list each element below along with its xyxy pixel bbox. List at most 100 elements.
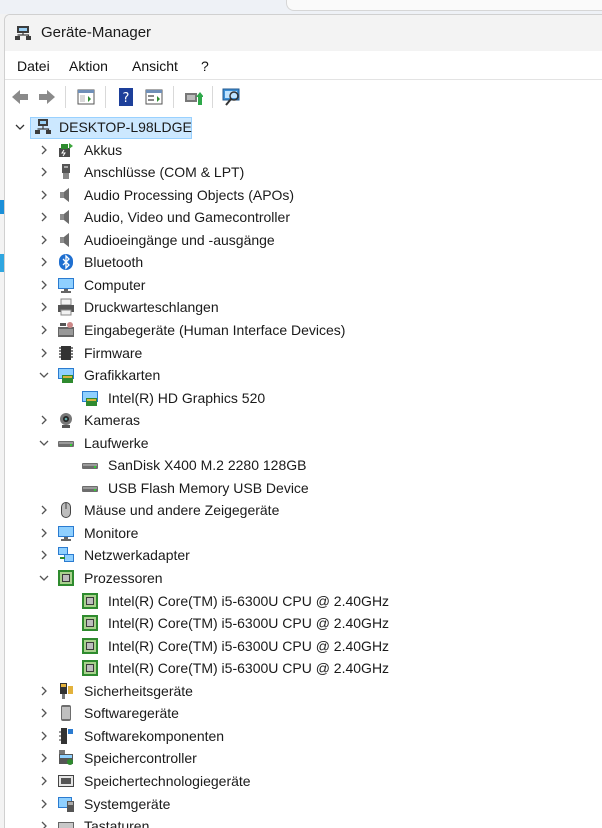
tree-child-label: Intel(R) Core(TM) i5-6300U CPU @ 2.40GHz (108, 660, 390, 677)
tree-child-item[interactable]: Intel(R) Core(TM) i5-6300U CPU @ 2.40GHz (5, 612, 602, 634)
tree-child-label: Intel(R) HD Graphics 520 (108, 389, 266, 406)
tree-item[interactable]: Audio, Video und Gamecontroller (5, 206, 602, 228)
chevron-right-icon[interactable] (39, 167, 49, 177)
chevron-right-icon[interactable] (39, 776, 49, 786)
port-icon (62, 164, 70, 180)
tree-item-label: Systemgeräte (84, 795, 171, 812)
software-device-icon (61, 705, 71, 722)
tree-item[interactable]: Anschlüsse (COM & LPT) (5, 161, 602, 183)
tree-item[interactable]: Laufwerke (5, 432, 602, 454)
forward-arrow-icon[interactable] (37, 87, 57, 107)
tree-item-label: Mäuse und andere Zeigegeräte (84, 502, 280, 519)
menu-ansicht[interactable]: Ansicht (132, 58, 178, 74)
tree-child-item[interactable]: Intel(R) Core(TM) i5-6300U CPU @ 2.40GHz (5, 657, 602, 679)
chevron-right-icon[interactable] (39, 686, 49, 696)
chevron-down-icon[interactable] (15, 122, 25, 132)
update-driver-icon[interactable] (183, 87, 203, 107)
tree-item[interactable]: Akkus (5, 139, 602, 161)
tree-child-item[interactable]: SanDisk X400 M.2 2280 128GB (5, 454, 602, 476)
chevron-right-icon[interactable] (39, 799, 49, 809)
tree-item[interactable]: Grafikkarten (5, 364, 602, 386)
chevron-down-icon[interactable] (39, 573, 49, 583)
camera-icon (60, 413, 72, 429)
tree-item-label: Prozessoren (84, 570, 163, 586)
menu-bar: Datei Aktion Ansicht ? (5, 53, 602, 79)
tree-child-item[interactable]: Intel(R) Core(TM) i5-6300U CPU @ 2.40GHz (5, 635, 602, 657)
chevron-down-icon[interactable] (39, 370, 49, 380)
drive-icon (58, 440, 74, 447)
tree-item[interactable]: Computer (5, 274, 602, 296)
tree-item[interactable]: Systemgeräte (5, 793, 602, 815)
scan-hardware-icon[interactable] (222, 87, 242, 107)
tree-child-item[interactable]: Intel(R) Core(TM) i5-6300U CPU @ 2.40GHz (5, 590, 602, 612)
software-component-icon (59, 727, 73, 744)
tree-item[interactable]: Audioeingänge und -ausgänge (5, 229, 602, 251)
menu-help[interactable]: ? (201, 58, 209, 74)
back-arrow-icon[interactable] (10, 87, 30, 107)
chevron-right-icon[interactable] (39, 753, 49, 763)
title-bar[interactable]: Geräte-Manager (5, 15, 602, 51)
tree-item[interactable]: Kameras (5, 409, 602, 431)
processor-icon (58, 570, 74, 586)
tree-item[interactable]: Softwaregeräte (5, 702, 602, 724)
chevron-right-icon[interactable] (39, 731, 49, 741)
tree-item-label: Eingabegeräte (Human Interface Devices) (84, 321, 346, 338)
tree-item[interactable]: Bluetooth (5, 251, 602, 273)
background-tab (286, 0, 602, 11)
tree-item[interactable]: Mäuse und andere Zeigegeräte (5, 499, 602, 521)
tree-item[interactable]: Audio Processing Objects (APOs) (5, 184, 602, 206)
chevron-right-icon[interactable] (39, 302, 49, 312)
toolbar: ? (5, 79, 602, 115)
chevron-right-icon[interactable] (39, 145, 49, 155)
chevron-right-icon[interactable] (39, 528, 49, 538)
tree-item-label: Akkus (84, 141, 123, 158)
tree-item-label: Computer (84, 276, 146, 293)
properties-icon[interactable] (144, 87, 164, 107)
tree-item[interactable]: Netzwerkadapter (5, 544, 602, 566)
chevron-right-icon[interactable] (39, 505, 49, 515)
tree-item-label: Sicherheitsgeräte (84, 682, 193, 699)
device-tree[interactable]: DESKTOP-L98LDGE Akkus Anschlüsse (COM & L… (5, 114, 602, 828)
tree-root[interactable]: DESKTOP-L98LDGE (5, 116, 602, 139)
menu-datei[interactable]: Datei (17, 58, 50, 74)
tree-item-label: Laufwerke (84, 434, 149, 451)
menu-aktion[interactable]: Aktion (69, 58, 108, 74)
device-manager-window: Geräte-Manager Datei Aktion Ansicht ? ? … (4, 14, 602, 828)
chevron-right-icon[interactable] (39, 550, 49, 560)
show-hide-console-tree-icon[interactable] (76, 87, 96, 107)
tree-child-item[interactable]: Intel(R) HD Graphics 520 (5, 387, 602, 409)
tree-item-label: Speichertechnologiegeräte (84, 772, 251, 789)
chevron-right-icon[interactable] (39, 190, 49, 200)
chevron-right-icon[interactable] (39, 325, 49, 335)
network-icon (58, 547, 74, 563)
tree-item-label: Audio Processing Objects (APOs) (84, 186, 295, 203)
tree-item[interactable]: Eingabegeräte (Human Interface Devices) (5, 319, 602, 341)
chevron-right-icon[interactable] (39, 212, 49, 222)
tree-item-label: Grafikkarten (84, 367, 161, 384)
tree-item[interactable]: Firmware (5, 342, 602, 364)
help-icon[interactable]: ? (116, 87, 136, 107)
tree-item[interactable]: Speichercontroller (5, 747, 602, 769)
processor-icon (82, 660, 98, 677)
tree-item[interactable]: Sicherheitsgeräte (5, 680, 602, 702)
chevron-right-icon[interactable] (39, 257, 49, 267)
display-adapter-icon (82, 390, 98, 406)
chevron-right-icon[interactable] (39, 348, 49, 358)
tree-item[interactable]: Prozessoren (5, 567, 602, 589)
tree-item-label: Speichercontroller (84, 750, 197, 767)
keyboard-icon (58, 822, 74, 828)
tree-item[interactable]: Tastaturen (5, 815, 602, 828)
chevron-right-icon[interactable] (39, 280, 49, 290)
chevron-right-icon[interactable] (39, 235, 49, 245)
bluetooth-icon (59, 254, 73, 271)
tree-item[interactable]: Speichertechnologiegeräte (5, 770, 602, 792)
chevron-down-icon[interactable] (39, 438, 49, 448)
tree-item-label: Bluetooth (84, 254, 144, 271)
chevron-right-icon[interactable] (39, 708, 49, 718)
tree-child-item[interactable]: USB Flash Memory USB Device (5, 477, 602, 499)
processor-icon (82, 637, 98, 654)
tree-item[interactable]: Softwarekomponenten (5, 725, 602, 747)
chevron-right-icon[interactable] (39, 415, 49, 425)
tree-item[interactable]: Druckwarteschlangen (5, 296, 602, 318)
tree-item[interactable]: Monitore (5, 522, 602, 544)
